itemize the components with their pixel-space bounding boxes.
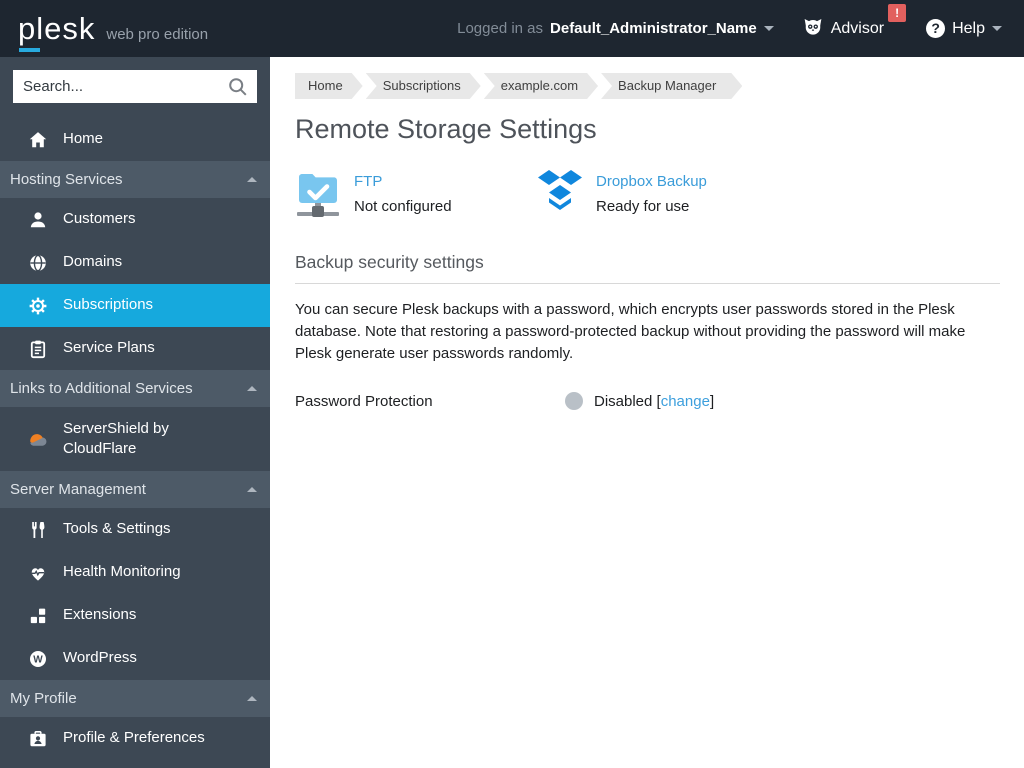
ftp-link[interactable]: FTP bbox=[354, 173, 452, 190]
backup-security-heading: Backup security settings bbox=[295, 252, 1000, 284]
bracket-right: ] bbox=[709, 392, 715, 410]
sidebar-item-home[interactable]: Home bbox=[0, 118, 270, 161]
ftp-texts: FTP Not configured bbox=[354, 168, 452, 225]
plesk-logo[interactable]: plesk web pro edition bbox=[0, 11, 209, 52]
user-icon bbox=[28, 210, 48, 230]
sidebar-item-label: Subscriptions bbox=[63, 296, 154, 314]
gear-icon bbox=[28, 296, 48, 316]
chevron-up-icon bbox=[247, 696, 257, 701]
wordpress-icon: W bbox=[28, 649, 48, 669]
svg-text:W: W bbox=[33, 654, 43, 665]
admin-account-dropdown[interactable]: Default_Administrator_Name bbox=[550, 20, 774, 37]
sidebar-item-profile-preferences[interactable]: Profile & Preferences bbox=[0, 717, 270, 760]
sidebar-nav: Home Hosting Services Customers Domains bbox=[0, 57, 270, 768]
clipboard-icon bbox=[28, 339, 48, 359]
password-protection-label: Password Protection bbox=[295, 392, 433, 410]
help-menu[interactable]: ? Help bbox=[926, 19, 1002, 38]
sidebar-item-label: Service Plans bbox=[63, 339, 155, 357]
sidebar-item-label: ServerShield by CloudFlare bbox=[63, 419, 169, 457]
home-icon bbox=[28, 130, 48, 150]
sidebar-item-label: Profile & Preferences bbox=[63, 729, 205, 747]
ftp-storage-option: FTP Not configured bbox=[295, 168, 537, 225]
chevron-up-icon bbox=[247, 487, 257, 492]
advisor-alert-badge: ! bbox=[888, 4, 907, 22]
sidebar-item-label: Tools & Settings bbox=[63, 520, 171, 538]
sidebar-item-wordpress[interactable]: W WordPress bbox=[0, 637, 270, 680]
sidebar-item-label: Domains bbox=[63, 253, 123, 271]
sidebar-item-label: Customers bbox=[63, 210, 136, 228]
section-label: Hosting Services bbox=[10, 171, 123, 188]
sidebar-item-label: Home bbox=[63, 130, 104, 148]
sidebar-section-my-profile[interactable]: My Profile bbox=[0, 680, 270, 717]
sidebar-item-label: Extensions bbox=[63, 606, 137, 624]
sidebar-item-label: WordPress bbox=[63, 649, 137, 667]
ftp-folder-icon[interactable] bbox=[295, 168, 341, 225]
blocks-icon bbox=[28, 606, 48, 626]
logged-in-as-label: Logged in as bbox=[457, 20, 544, 37]
dropbox-texts: Dropbox Backup Ready for use bbox=[596, 168, 707, 225]
search-box bbox=[0, 57, 270, 118]
ftp-status: Not configured bbox=[354, 198, 452, 215]
section-label: Server Management bbox=[10, 481, 146, 498]
admin-name: Default_Administrator_Name bbox=[550, 20, 757, 37]
sidebar-item-service-plans[interactable]: Service Plans bbox=[0, 327, 270, 370]
section-label: Links to Additional Services bbox=[10, 380, 193, 397]
topbar-right: Logged in as Default_Administrator_Name … bbox=[457, 4, 1024, 42]
breadcrumb-example-com[interactable]: example.com bbox=[484, 73, 598, 99]
dropbox-status: Ready for use bbox=[596, 198, 690, 215]
tools-icon bbox=[28, 520, 48, 540]
sidebar-item-extensions[interactable]: Extensions bbox=[0, 594, 270, 637]
chevron-up-icon bbox=[247, 177, 257, 182]
advisor-label: Advisor bbox=[830, 19, 885, 37]
sidebar-section-server-management[interactable]: Server Management bbox=[0, 471, 270, 508]
breadcrumb-home[interactable]: Home bbox=[295, 73, 363, 99]
breadcrumb-subscriptions[interactable]: Subscriptions bbox=[366, 73, 481, 99]
help-label: Help bbox=[952, 19, 985, 37]
id-card-icon bbox=[28, 729, 48, 749]
heart-pulse-icon bbox=[28, 563, 48, 583]
password-protection-status: Disabled bbox=[594, 392, 653, 410]
search-icon[interactable] bbox=[227, 76, 249, 103]
password-protection-row: Password Protection Disabled [ change ] bbox=[295, 392, 1000, 411]
sidebar-item-label: Health Monitoring bbox=[63, 563, 181, 581]
chevron-down-icon bbox=[992, 26, 1002, 31]
dropbox-backup-link[interactable]: Dropbox Backup bbox=[596, 173, 707, 190]
sidebar-section-additional-services[interactable]: Links to Additional Services bbox=[0, 370, 270, 407]
dropbox-storage-option: Dropbox Backup Ready for use bbox=[537, 168, 707, 225]
main-content: Home Subscriptions example.com Backup Ma… bbox=[270, 57, 1024, 768]
storage-options-row: FTP Not configured Dropbox Backup Ready … bbox=[295, 168, 1000, 225]
edition-label: web pro edition bbox=[106, 26, 209, 43]
sidebar-item-tools-settings[interactable]: Tools & Settings bbox=[0, 508, 270, 551]
cloudflare-icon bbox=[28, 429, 48, 449]
sidebar-item-health-monitoring[interactable]: Health Monitoring bbox=[0, 551, 270, 594]
advisor-button[interactable]: Advisor ! bbox=[802, 4, 907, 42]
sidebar-item-domains[interactable]: Domains bbox=[0, 241, 270, 284]
owl-icon bbox=[802, 15, 824, 42]
breadcrumb: Home Subscriptions example.com Backup Ma… bbox=[295, 73, 1000, 99]
globe-icon bbox=[28, 253, 48, 273]
logo-text: plesk bbox=[18, 11, 96, 52]
section-label: My Profile bbox=[10, 690, 77, 707]
sidebar-item-customers[interactable]: Customers bbox=[0, 198, 270, 241]
dropbox-icon[interactable] bbox=[537, 168, 583, 225]
help-icon: ? bbox=[926, 19, 946, 38]
sidebar-section-hosting-services[interactable]: Hosting Services bbox=[0, 161, 270, 198]
change-link[interactable]: change bbox=[661, 393, 710, 410]
search-input[interactable] bbox=[13, 70, 257, 103]
security-description: You can secure Plesk backups with a pass… bbox=[295, 301, 966, 363]
status-dot-disabled bbox=[565, 392, 583, 411]
chevron-down-icon bbox=[763, 26, 774, 31]
breadcrumb-backup-manager: Backup Manager bbox=[601, 73, 742, 99]
sidebar-item-subscriptions[interactable]: Subscriptions bbox=[0, 284, 270, 327]
sidebar-item-servershield[interactable]: ServerShield by CloudFlare bbox=[0, 407, 270, 471]
page-title: Remote Storage Settings bbox=[295, 114, 597, 144]
topbar: plesk web pro edition Logged in as Defau… bbox=[0, 0, 1024, 57]
chevron-up-icon bbox=[247, 386, 257, 391]
